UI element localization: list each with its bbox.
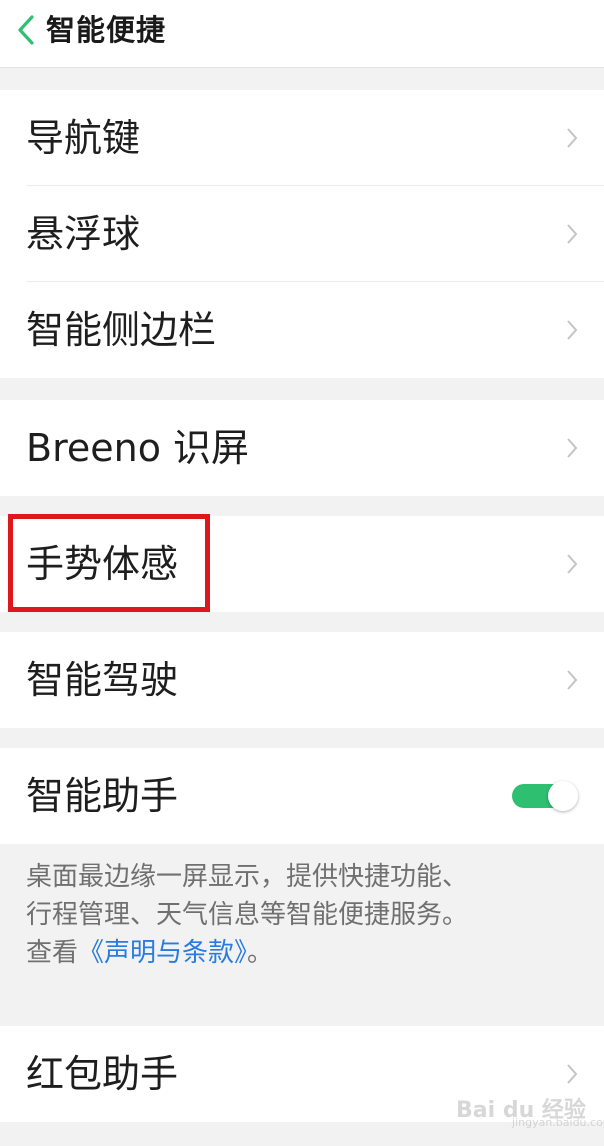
chevron-right-icon	[567, 224, 578, 244]
settings-item-label: 智能助手	[26, 774, 179, 818]
baidu-watermark: Bai du 经验 jingyan.baidu.com	[456, 1080, 604, 1130]
watermark-sub: jingyan.baidu.com	[512, 1116, 604, 1129]
description-prefix: 查看	[26, 938, 79, 968]
settings-item-label: 手势体感	[26, 542, 179, 586]
description-line: 桌面最边缘一屏显示，提供快捷功能、	[26, 862, 469, 892]
chevron-right-icon	[567, 438, 578, 458]
settings-item-navigation-keys[interactable]: 导航键	[0, 90, 604, 186]
toggle-knob	[548, 781, 578, 811]
top-bar: 智能便捷	[0, 0, 604, 68]
settings-item-smart-driving[interactable]: 智能驾驶	[0, 632, 604, 728]
assistant-description: 桌面最边缘一屏显示，提供快捷功能、 行程管理、天气信息等智能便捷服务。 查看《声…	[26, 858, 586, 972]
settings-group-assistant: 智能助手	[0, 748, 604, 844]
chevron-right-icon	[567, 320, 578, 340]
page-title: 智能便捷	[46, 13, 167, 47]
settings-item-label: 悬浮球	[26, 212, 141, 256]
settings-item-label: Breeno 识屏	[26, 426, 250, 470]
settings-item-label: 智能侧边栏	[26, 308, 217, 352]
settings-item-smart-assistant: 智能助手	[0, 748, 604, 844]
settings-item-label: 智能驾驶	[26, 658, 179, 702]
settings-item-label: 红包助手	[26, 1052, 179, 1096]
smart-assistant-toggle[interactable]	[510, 781, 578, 811]
description-suffix: 。	[247, 938, 274, 968]
chevron-right-icon	[567, 128, 578, 148]
chevron-right-icon	[567, 670, 578, 690]
settings-group-breeno: Breeno 识屏	[0, 400, 604, 496]
chevron-left-icon[interactable]	[14, 14, 38, 46]
settings-item-breeno-screen[interactable]: Breeno 识屏	[0, 400, 604, 496]
settings-group-navigation: 导航键 悬浮球 智能侧边栏	[0, 90, 604, 378]
terms-link[interactable]: 《声明与条款》	[78, 938, 247, 968]
chevron-right-icon	[567, 554, 578, 574]
settings-item-smart-sidebar[interactable]: 智能侧边栏	[0, 282, 604, 378]
description-line: 查看《声明与条款》。	[26, 934, 586, 972]
settings-group-driving: 智能驾驶	[0, 632, 604, 728]
description-line: 行程管理、天气信息等智能便捷服务。	[26, 900, 469, 930]
settings-item-floating-ball[interactable]: 悬浮球	[0, 186, 604, 282]
settings-item-label: 导航键	[26, 116, 141, 160]
settings-item-gestures[interactable]: 手势体感	[0, 516, 604, 612]
settings-group-gestures: 手势体感	[0, 516, 604, 612]
